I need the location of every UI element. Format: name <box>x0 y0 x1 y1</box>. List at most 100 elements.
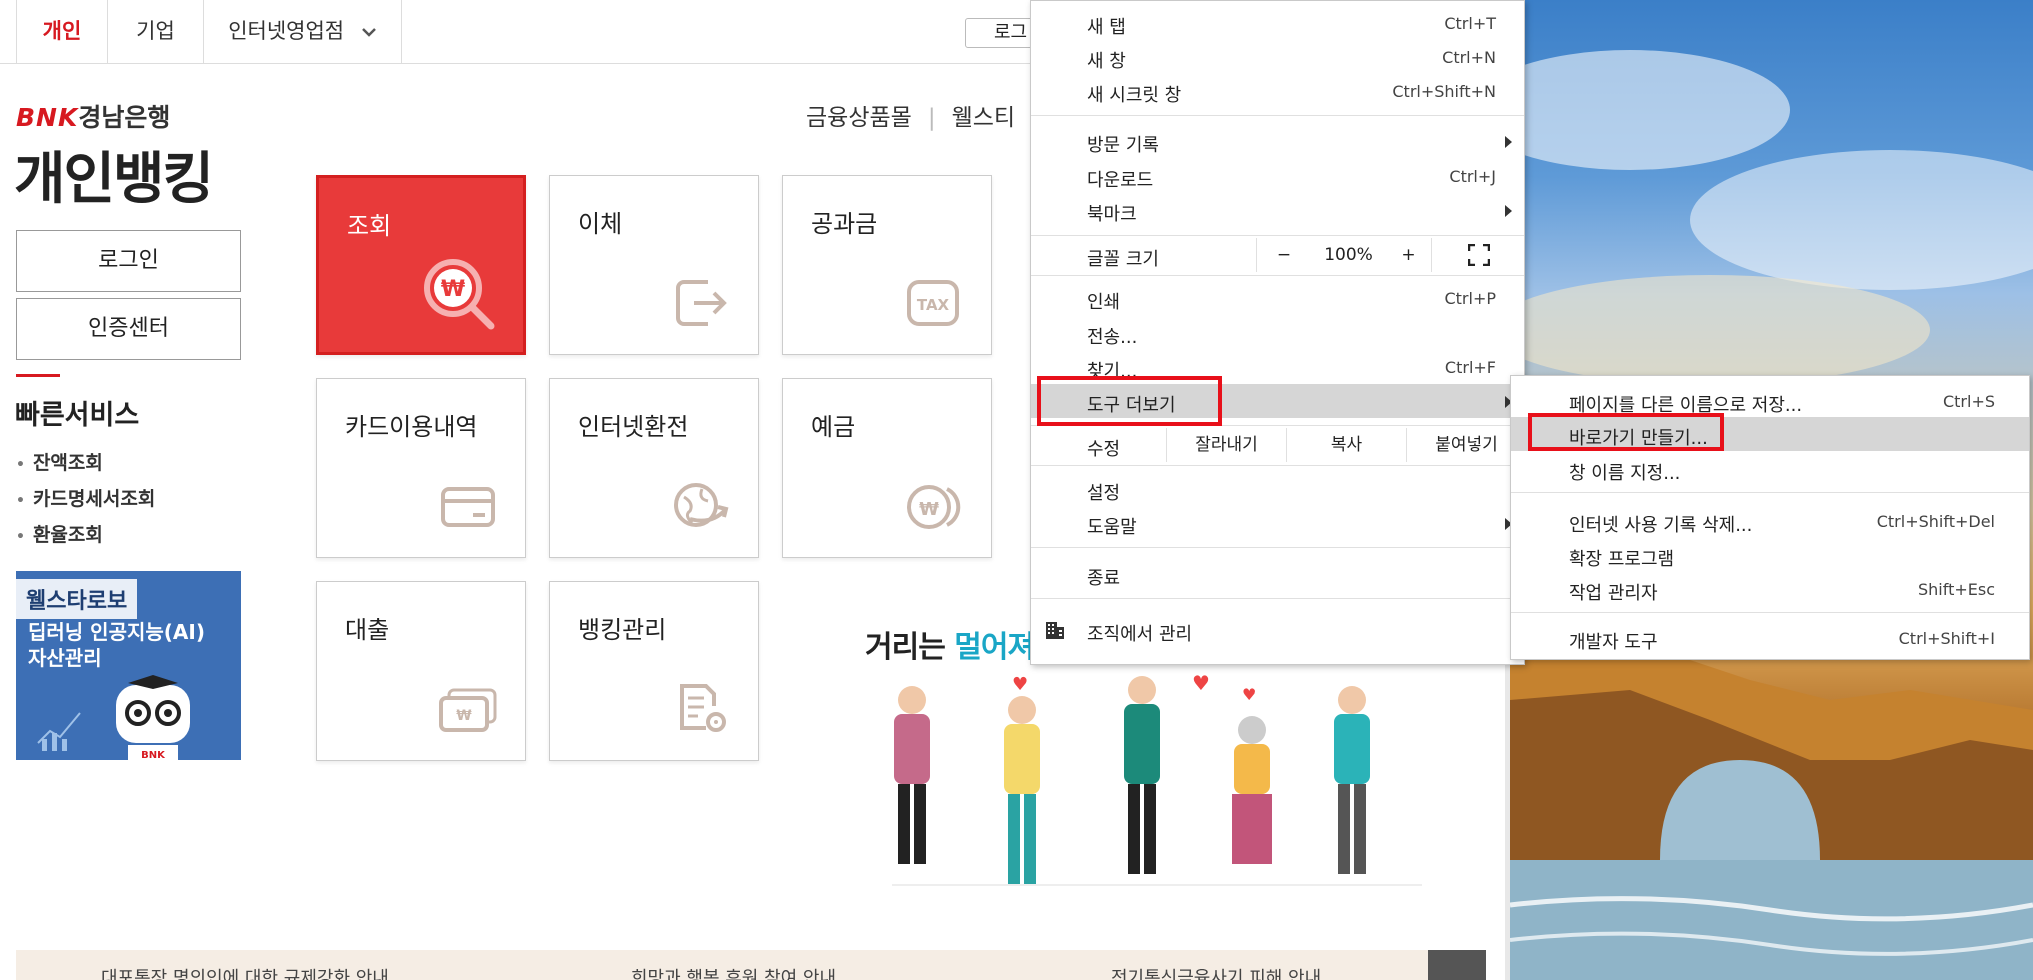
tile-utility-bills[interactable]: 공과금 TAX <box>782 175 992 355</box>
cut-button[interactable]: 잘라내기 <box>1166 428 1286 462</box>
menu-item-label: 새 탭 <box>1087 17 1126 38</box>
quick-item-card-statement[interactable]: 카드명세서조회 <box>16 486 155 522</box>
document-gear-icon <box>680 684 726 732</box>
zoom-out-button[interactable]: − <box>1256 238 1311 272</box>
quick-item-exchange-rate[interactable]: 환율조회 <box>16 522 155 558</box>
menu-item-edit: 수정 잘라내기 복사 붙여넣기 <box>1031 428 1524 462</box>
menu-item-label: 도움말 <box>1087 517 1137 538</box>
person-figure <box>1232 716 1272 864</box>
notice-toggle-button[interactable] <box>1428 950 1486 980</box>
gnb-item-wealth[interactable]: 웰스티 <box>952 105 1015 131</box>
menu-item-new-window[interactable]: 새 창 Ctrl+N <box>1031 40 1524 74</box>
menu-item-label: 북마크 <box>1087 204 1137 225</box>
menu-separator <box>1031 465 1524 466</box>
chevron-down-icon <box>361 28 376 37</box>
menu-separator <box>1031 547 1524 548</box>
heart-icon: ♥ <box>1012 674 1028 695</box>
notice-item[interactable]: 대포통장 명의인에 대한 규제강화 안내 <box>101 964 389 980</box>
menu-item-downloads[interactable]: 다운로드 Ctrl+J <box>1031 159 1524 193</box>
menu-item-exit[interactable]: 종료 <box>1031 557 1524 591</box>
quick-item-balance[interactable]: 잔액조회 <box>16 450 155 486</box>
menu-item-shortcut: Ctrl+T <box>1444 14 1496 33</box>
zoom-in-button[interactable]: + <box>1386 238 1431 272</box>
tile-internet-exchange[interactable]: 인터넷환전 <box>549 378 759 558</box>
menu-separator <box>1511 612 2029 613</box>
tile-label: 뱅킹관리 <box>578 616 667 644</box>
gnb-separator: | <box>927 105 936 131</box>
tile-inquiry[interactable]: 조회 ₩ <box>316 175 526 355</box>
menu-item-developer-tools[interactable]: 개발자 도구 Ctrl+Shift+I <box>1511 621 2029 655</box>
menu-item-shortcut: Ctrl+J <box>1449 167 1496 186</box>
menu-separator <box>1031 598 1524 599</box>
tile-deposit[interactable]: 예금 ₩ <box>782 378 992 558</box>
tab-corporate[interactable]: 기업 <box>108 0 204 63</box>
tile-transfer[interactable]: 이체 <box>549 175 759 355</box>
menu-item-label: 전송... <box>1087 327 1138 348</box>
tab-personal[interactable]: 개인 <box>16 0 108 63</box>
menu-item-shortcut: Ctrl+F <box>1444 358 1496 377</box>
zoom-level: 100% <box>1324 245 1373 265</box>
menu-item-label: 조직에서 관리 <box>1087 624 1193 645</box>
menu-item-label: 작업 관리자 <box>1569 583 1658 604</box>
bnk-logo[interactable]: BNK경남은행 <box>16 98 170 134</box>
menu-item-history[interactable]: 방문 기록 <box>1031 124 1524 158</box>
menu-item-clear-browsing-data[interactable]: 인터넷 사용 기록 삭제... Ctrl+Shift+Del <box>1511 504 2029 538</box>
globe-exchange-icon <box>674 483 729 527</box>
paste-button[interactable]: 붙여넣기 <box>1406 428 1526 462</box>
menu-item-label: 글꼴 크기 <box>1087 249 1159 270</box>
menu-item-label: 인터넷 사용 기록 삭제... <box>1569 515 1753 536</box>
tile-banking-management[interactable]: 뱅킹관리 <box>549 581 759 761</box>
growth-chart-icon <box>37 712 81 751</box>
menu-item-shortcut: Ctrl+P <box>1444 289 1496 308</box>
menu-item-label: 확장 프로그램 <box>1569 549 1675 570</box>
menu-item-cast[interactable]: 전송... <box>1031 316 1524 350</box>
menu-item-label: 새 시크릿 창 <box>1087 85 1182 106</box>
menu-item-incognito[interactable]: 새 시크릿 창 Ctrl+Shift+N <box>1031 74 1524 108</box>
annotation-highlight-create-shortcut <box>1528 413 1724 451</box>
menu-separator <box>1031 275 1524 276</box>
banner-line-2: 자산관리 <box>28 646 102 670</box>
ai-asset-banner[interactable]: 웰스타로보 딥러닝 인공지능(AI) 자산관리 BNK <box>16 571 241 760</box>
svg-text:₩: ₩ <box>919 499 939 520</box>
menu-item-name-window[interactable]: 창 이름 지정... <box>1511 452 2029 486</box>
deposit-coin-icon: ₩ <box>907 485 961 529</box>
menu-item-new-tab[interactable]: 새 탭 Ctrl+T <box>1031 6 1524 40</box>
notice-item[interactable]: 희망과 행복 후원 참여 안내 <box>631 964 836 980</box>
tile-label: 이체 <box>578 210 623 238</box>
login-button[interactable]: 로그인 <box>16 230 241 292</box>
tile-label: 예금 <box>811 413 856 441</box>
menu-item-bookmarks[interactable]: 북마크 <box>1031 193 1524 227</box>
menu-item-label: 종료 <box>1087 568 1121 589</box>
menu-item-task-manager[interactable]: 작업 관리자 Shift+Esc <box>1511 572 2029 606</box>
gnb-item-product-mall[interactable]: 금융상품몰 <box>806 105 912 131</box>
robot-icon: BNK <box>116 675 190 760</box>
search-won-icon: ₩ <box>424 259 495 330</box>
notice-item[interactable]: 전기통신금융사기 피해 안내 <box>1111 964 1321 980</box>
menu-separator <box>1031 115 1524 116</box>
fullscreen-button[interactable] <box>1431 238 1526 272</box>
person-figure <box>894 686 930 864</box>
menu-item-print[interactable]: 인쇄 Ctrl+P <box>1031 281 1524 315</box>
logo-brand: BNK <box>16 103 79 132</box>
menu-item-help[interactable]: 도움말 <box>1031 506 1524 540</box>
card-icon <box>441 487 495 527</box>
promo-illustration[interactable]: ♥ ♥ ♥ <box>862 670 1452 910</box>
logo-bank-name: 경남은행 <box>78 103 171 132</box>
tab-internet-branch[interactable]: 인터넷영업점 <box>204 0 402 63</box>
cert-center-button[interactable]: 인증센터 <box>16 298 241 360</box>
menu-item-managed-by-org[interactable]: 조직에서 관리 <box>1031 613 1524 647</box>
quick-service-title: 빠른서비스 <box>15 400 140 431</box>
tile-loan[interactable]: 대출 ₩ <box>316 581 526 761</box>
annotation-highlight-more-tools <box>1037 376 1222 426</box>
gnb-menu: 금융상품몰 | 웰스티 <box>806 98 1015 132</box>
tile-card-usage[interactable]: 카드이용내역 <box>316 378 526 558</box>
menu-item-shortcut: Ctrl+N <box>1442 48 1496 67</box>
browser-main-menu: 새 탭 Ctrl+T 새 창 Ctrl+N 새 시크릿 창 Ctrl+Shift… <box>1030 0 1525 665</box>
menu-item-settings[interactable]: 설정 <box>1031 472 1524 506</box>
menu-item-shortcut: Ctrl+Shift+N <box>1392 82 1496 101</box>
svg-text:₩: ₩ <box>441 277 465 302</box>
copy-button[interactable]: 복사 <box>1286 428 1406 462</box>
tile-label: 인터넷환전 <box>578 413 689 441</box>
menu-item-extensions[interactable]: 확장 프로그램 <box>1511 538 2029 572</box>
menu-separator <box>1511 492 2029 493</box>
